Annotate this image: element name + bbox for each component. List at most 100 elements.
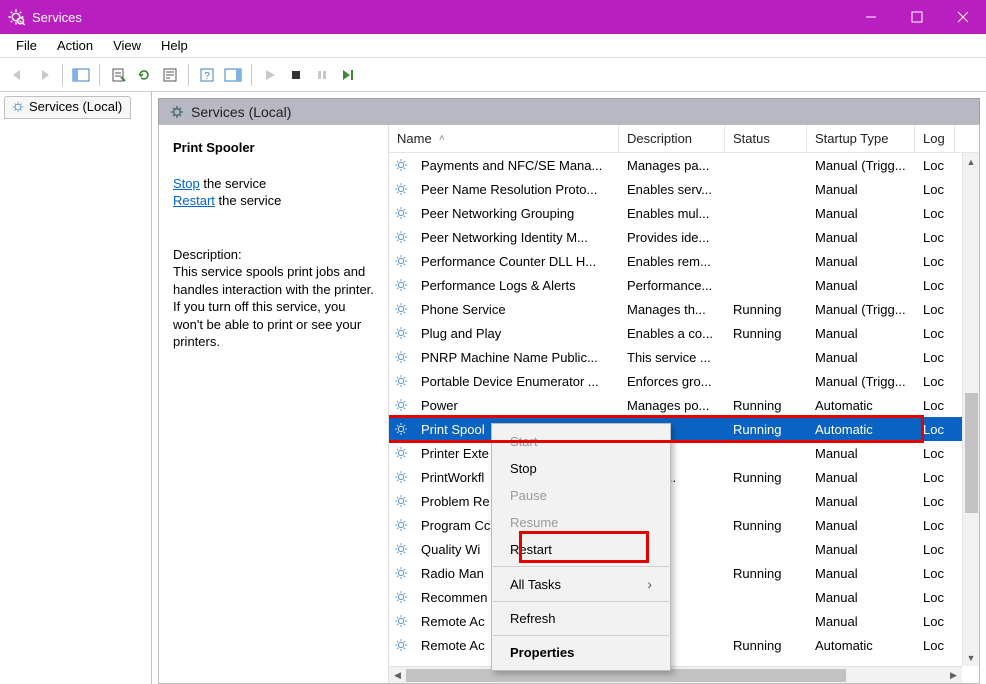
menu-help[interactable]: Help — [151, 36, 198, 55]
service-row[interactable]: Performance Counter DLL H...Enables rem.… — [389, 249, 979, 273]
service-logon: Loc — [915, 470, 955, 485]
pause-service-button[interactable] — [310, 63, 334, 87]
column-startup[interactable]: Startup Type — [807, 125, 915, 152]
service-row[interactable]: Radio ManMana...RunningManualLoc — [389, 561, 979, 585]
menu-view[interactable]: View — [103, 36, 151, 55]
menu-file[interactable]: File — [6, 36, 47, 55]
service-logon: Loc — [915, 542, 955, 557]
service-name: Peer Networking Identity M... — [413, 230, 619, 245]
close-button[interactable] — [940, 0, 986, 34]
horizontal-scrollbar[interactable]: ◀ ▶ — [389, 666, 962, 683]
stop-link[interactable]: Stop — [173, 176, 200, 191]
gear-icon — [393, 157, 409, 173]
content-header: Services (Local) — [158, 98, 980, 124]
service-name: Peer Name Resolution Proto... — [413, 182, 619, 197]
scroll-right-icon[interactable]: ▶ — [945, 667, 962, 683]
ctx-refresh[interactable]: Refresh — [492, 605, 670, 632]
service-logon: Loc — [915, 326, 955, 341]
service-row[interactable]: PrintWorkfles sup...RunningManualLoc — [389, 465, 979, 489]
export-list-button[interactable] — [106, 63, 130, 87]
list-body[interactable]: Payments and NFC/SE Mana...Manages pa...… — [389, 153, 979, 683]
service-row[interactable]: Print Spoolvice ...RunningAutomaticLoc — [389, 417, 979, 441]
service-row[interactable]: Performance Logs & AlertsPerformance...M… — [389, 273, 979, 297]
service-startup: Manual — [807, 254, 915, 269]
help-button[interactable]: ? — [195, 63, 219, 87]
ctx-stop[interactable]: Stop — [492, 455, 670, 482]
back-button[interactable] — [6, 63, 30, 87]
tree-root-item[interactable]: Services (Local) — [4, 96, 131, 119]
forward-button[interactable] — [32, 63, 56, 87]
service-status: Running — [725, 302, 807, 317]
scroll-up-icon[interactable]: ▲ — [963, 153, 979, 170]
tree-panel: Services (Local) — [0, 92, 152, 684]
service-row[interactable]: PowerManages po...RunningAutomaticLoc — [389, 393, 979, 417]
restart-link-line: Restart the service — [173, 192, 376, 210]
service-row[interactable]: Problem Revice ...ManualLoc — [389, 489, 979, 513]
refresh-button[interactable] — [132, 63, 156, 87]
service-row[interactable]: Plug and PlayEnables a co...RunningManua… — [389, 321, 979, 345]
column-name[interactable]: Name ˄ — [389, 125, 619, 152]
window-controls — [848, 0, 986, 34]
service-row[interactable]: Remote Aces di...RunningAutomaticLoc — [389, 633, 979, 657]
service-status: Running — [725, 326, 807, 341]
vertical-scrollbar[interactable]: ▲ ▼ — [962, 153, 979, 666]
scroll-left-icon[interactable]: ◀ — [389, 667, 406, 683]
service-name: Payments and NFC/SE Mana... — [413, 158, 619, 173]
service-row[interactable]: Peer Networking GroupingEnables mul...Ma… — [389, 201, 979, 225]
service-startup: Manual — [807, 206, 915, 221]
gear-icon — [393, 613, 409, 629]
service-name: Portable Device Enumerator ... — [413, 374, 619, 389]
maximize-button[interactable] — [894, 0, 940, 34]
properties-button[interactable] — [158, 63, 182, 87]
service-startup: Manual — [807, 230, 915, 245]
stop-service-button[interactable] — [284, 63, 308, 87]
column-description[interactable]: Description — [619, 125, 725, 152]
service-row[interactable]: Payments and NFC/SE Mana...Manages pa...… — [389, 153, 979, 177]
service-description: Enables mul... — [619, 206, 725, 221]
service-row[interactable]: Recommens aut...ManualLoc — [389, 585, 979, 609]
start-service-button[interactable] — [258, 63, 282, 87]
ctx-all-tasks[interactable]: All Tasks — [492, 570, 670, 598]
service-startup: Manual — [807, 494, 915, 509]
service-row[interactable]: Peer Networking Identity M...Provides id… — [389, 225, 979, 249]
service-logon: Loc — [915, 374, 955, 389]
service-row[interactable]: Program Ccvice ...RunningManualLoc — [389, 513, 979, 537]
service-row[interactable]: Portable Device Enumerator ...Enforces g… — [389, 369, 979, 393]
service-row[interactable]: Printer Extevice ...ManualLoc — [389, 441, 979, 465]
gear-icon — [393, 469, 409, 485]
restart-link[interactable]: Restart — [173, 193, 215, 208]
action-pane-button[interactable] — [221, 63, 245, 87]
gear-icon — [393, 397, 409, 413]
service-status: Running — [725, 422, 807, 437]
service-row[interactable]: PNRP Machine Name Public...This service … — [389, 345, 979, 369]
service-row[interactable]: Remote Aca co...ManualLoc — [389, 609, 979, 633]
show-hide-tree-button[interactable] — [69, 63, 93, 87]
service-row[interactable]: Quality WiWin...ManualLoc — [389, 537, 979, 561]
restart-service-button[interactable] — [336, 63, 360, 87]
gear-icon — [393, 181, 409, 197]
service-startup: Manual — [807, 278, 915, 293]
service-startup: Automatic — [807, 398, 915, 413]
column-logon[interactable]: Log — [915, 125, 955, 152]
minimize-button[interactable] — [848, 0, 894, 34]
gear-icon — [393, 565, 409, 581]
content-header-label: Services (Local) — [191, 104, 291, 120]
gear-icon — [393, 373, 409, 389]
gear-icon — [393, 349, 409, 365]
description-body: This service spools print jobs and handl… — [173, 263, 376, 351]
service-startup: Manual — [807, 182, 915, 197]
service-logon: Loc — [915, 422, 955, 437]
service-row[interactable]: Peer Name Resolution Proto...Enables ser… — [389, 177, 979, 201]
ctx-properties[interactable]: Properties — [492, 639, 670, 666]
ctx-restart[interactable]: Restart — [492, 536, 670, 563]
ctx-pause: Pause — [492, 482, 670, 509]
service-logon: Loc — [915, 566, 955, 581]
service-logon: Loc — [915, 278, 955, 293]
service-status: Running — [725, 518, 807, 533]
service-name: PNRP Machine Name Public... — [413, 350, 619, 365]
service-row[interactable]: Phone ServiceManages th...RunningManual … — [389, 297, 979, 321]
vertical-scroll-thumb[interactable] — [965, 393, 978, 513]
menu-action[interactable]: Action — [47, 36, 103, 55]
column-status[interactable]: Status — [725, 125, 807, 152]
scroll-down-icon[interactable]: ▼ — [963, 649, 979, 666]
